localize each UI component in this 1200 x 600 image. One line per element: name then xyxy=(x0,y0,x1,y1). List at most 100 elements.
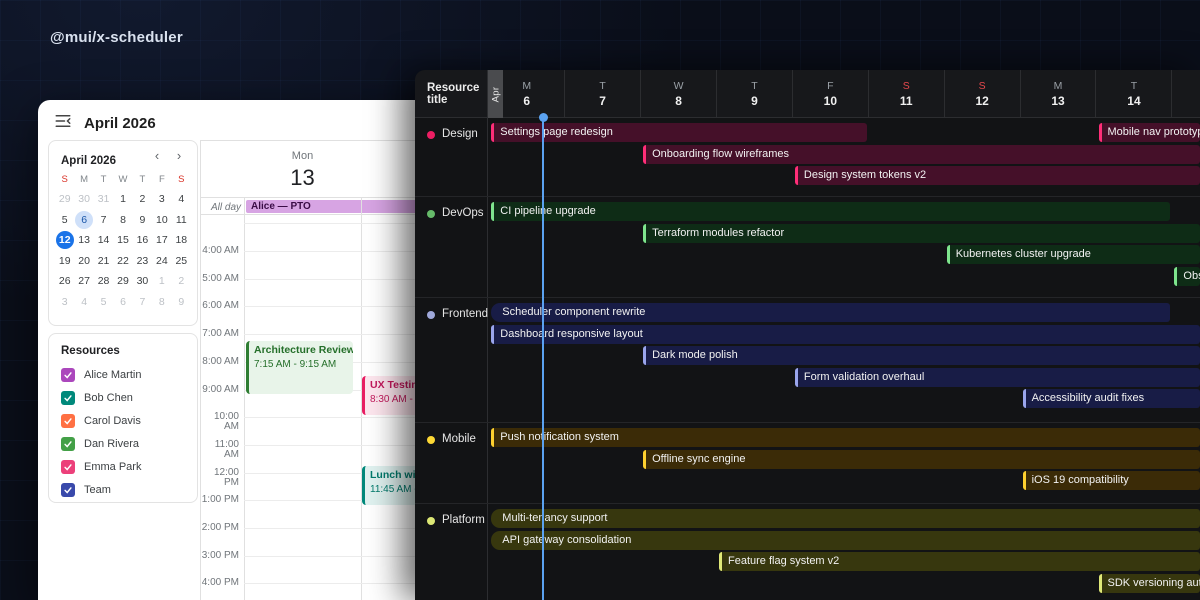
mini-calendar-day[interactable]: 3 xyxy=(56,293,74,311)
resource-title-header: Resource title xyxy=(415,70,488,118)
mini-calendar-day[interactable]: 31 xyxy=(95,190,113,208)
resources-title: Resources xyxy=(61,345,185,357)
task-bar[interactable]: Dark mode polish xyxy=(643,346,1200,365)
mini-calendar-day[interactable]: 2 xyxy=(133,190,151,208)
hour-label: 3:00 PM xyxy=(201,551,239,561)
mini-calendar-day[interactable]: 29 xyxy=(114,272,132,290)
task-bar[interactable]: Feature flag system v2 xyxy=(719,552,1200,571)
chevron-left-icon[interactable]: ‹ xyxy=(149,148,165,164)
calendar-event[interactable]: Architecture Review7:15 AM - 9:15 AM xyxy=(246,341,353,394)
mini-calendar-day[interactable]: 21 xyxy=(95,252,113,270)
resource-list-item[interactable]: Bob Chen xyxy=(61,391,185,405)
task-bar[interactable]: Form validation overhaul xyxy=(795,368,1200,387)
mini-calendar-day[interactable]: 23 xyxy=(133,252,151,270)
mini-calendar-day[interactable]: 3 xyxy=(153,190,171,208)
mini-calendar-day[interactable]: 29 xyxy=(56,190,74,208)
calendar-titlebar: April 2026 xyxy=(38,100,200,140)
resource-checkbox[interactable] xyxy=(61,414,75,428)
mini-calendar-day[interactable]: 10 xyxy=(153,211,171,229)
mini-calendar-day[interactable]: 25 xyxy=(172,252,190,270)
menu-open-icon[interactable] xyxy=(54,113,72,129)
mini-calendar-day[interactable]: 11 xyxy=(172,211,190,229)
task-bar[interactable]: Scheduler component rewrite xyxy=(491,303,1170,322)
mini-calendar-day[interactable]: 28 xyxy=(95,272,113,290)
resource-list-item[interactable]: Dan Rivera xyxy=(61,437,185,451)
mini-calendar-day[interactable]: 2 xyxy=(172,272,190,290)
mini-calendar-day[interactable]: 18 xyxy=(172,231,190,249)
task-bar[interactable]: SDK versioning automation xyxy=(1099,574,1200,593)
resources-list: Alice Martin Bob Chen Carol Davis Dan River… xyxy=(61,368,185,497)
mini-calendar-day[interactable]: 22 xyxy=(114,252,132,270)
mini-calendar-day[interactable]: 20 xyxy=(75,252,93,270)
task-bar[interactable]: Offline sync engine xyxy=(643,450,1200,469)
timeline-day-header[interactable]: T7 xyxy=(565,70,641,118)
mini-calendar-day[interactable]: 19 xyxy=(56,252,74,270)
resource-list-item[interactable]: Alice Martin xyxy=(61,368,185,382)
mini-calendar-day[interactable]: 16 xyxy=(133,231,151,249)
task-bar[interactable]: Onboarding flow wireframes xyxy=(643,145,1200,164)
resource-checkbox[interactable] xyxy=(61,391,75,405)
mini-calendar-day[interactable]: 4 xyxy=(172,190,190,208)
resource-checkbox[interactable] xyxy=(61,460,75,474)
hour-label: 12:00 PM xyxy=(201,468,239,478)
mini-calendar-day[interactable]: 30 xyxy=(75,190,93,208)
mini-calendar-day[interactable]: 9 xyxy=(133,211,151,229)
mini-calendar-day[interactable]: 4 xyxy=(75,293,93,311)
mini-calendar-day[interactable]: 1 xyxy=(153,272,171,290)
timeline-day-header[interactable]: M13 xyxy=(1021,70,1097,118)
timeline-day-header[interactable]: S12 xyxy=(945,70,1021,118)
mini-calendar-day[interactable]: 17 xyxy=(153,231,171,249)
task-bar[interactable]: Multi-tenancy support xyxy=(491,509,1200,528)
mini-weekday: F xyxy=(152,171,171,189)
mini-calendar-day[interactable]: 26 xyxy=(56,272,74,290)
timeline-day-header[interactable]: T14 xyxy=(1097,70,1173,118)
timeline-day-header[interactable]: F10 xyxy=(793,70,869,118)
task-bar[interactable]: Observability stack xyxy=(1174,267,1200,286)
task-bar[interactable]: API gateway consolidation xyxy=(491,531,1200,550)
day-number: 8 xyxy=(675,94,682,108)
mini-calendar-day[interactable]: 1 xyxy=(114,190,132,208)
mini-calendar-day[interactable]: 7 xyxy=(133,293,151,311)
task-bar[interactable]: Kubernetes cluster upgrade xyxy=(947,245,1200,264)
task-bar[interactable]: Push notification system xyxy=(491,428,1200,447)
mini-calendar-day[interactable]: 15 xyxy=(114,231,132,249)
mini-calendar-day[interactable]: 24 xyxy=(153,252,171,270)
mini-calendar-day[interactable]: 27 xyxy=(75,272,93,290)
mini-calendar-day[interactable]: 12 xyxy=(56,231,74,249)
chevron-right-icon[interactable]: › xyxy=(171,148,187,164)
timeline-day-header[interactable]: S11 xyxy=(869,70,945,118)
resource-list-item[interactable]: Carol Davis xyxy=(61,414,185,428)
task-bar[interactable]: Terraform modules refactor xyxy=(643,224,1200,243)
mini-calendar-day[interactable]: 5 xyxy=(56,211,74,229)
resource-list-item[interactable]: Team xyxy=(61,483,185,497)
task-bar[interactable]: Dashboard responsive layout xyxy=(491,325,1200,344)
task-bar[interactable]: Accessibility audit fixes xyxy=(1023,389,1200,408)
task-bar[interactable]: Design system tokens v2 xyxy=(795,166,1200,185)
task-bar[interactable]: Settings page redesign xyxy=(491,123,867,142)
hour-label: 4:00 PM xyxy=(201,578,239,588)
timeline-day-header[interactable]: M6 xyxy=(489,70,565,118)
task-bar[interactable]: CI pipeline upgrade xyxy=(491,202,1170,221)
mini-calendar-day[interactable]: 13 xyxy=(75,231,93,249)
timeline-day-header[interactable]: T9 xyxy=(717,70,793,118)
mini-calendar-day[interactable]: 6 xyxy=(75,211,93,229)
mini-calendar-day[interactable]: 30 xyxy=(133,272,151,290)
mini-calendar-day[interactable]: 9 xyxy=(172,293,190,311)
mini-calendar-day[interactable]: 8 xyxy=(153,293,171,311)
resource-color-dot xyxy=(427,517,435,525)
mini-calendar-day[interactable]: 5 xyxy=(95,293,113,311)
timeline-day-header[interactable]: W8 xyxy=(641,70,717,118)
week-day-header[interactable]: Mon 13 xyxy=(244,141,361,191)
mini-calendar-day[interactable]: 14 xyxy=(95,231,113,249)
hour-label: 8:00 AM xyxy=(201,357,239,367)
mini-calendar-day[interactable]: 7 xyxy=(95,211,113,229)
task-bar[interactable]: Mobile nav prototype xyxy=(1099,123,1200,142)
mini-calendar-day[interactable]: 6 xyxy=(114,293,132,311)
resource-list-item[interactable]: Emma Park xyxy=(61,460,185,474)
resource-checkbox[interactable] xyxy=(61,483,75,497)
mini-calendar-day[interactable]: 8 xyxy=(114,211,132,229)
day-letter: F xyxy=(827,80,833,92)
resource-checkbox[interactable] xyxy=(61,437,75,451)
resource-checkbox[interactable] xyxy=(61,368,75,382)
task-bar[interactable]: iOS 19 compatibility xyxy=(1023,471,1200,490)
